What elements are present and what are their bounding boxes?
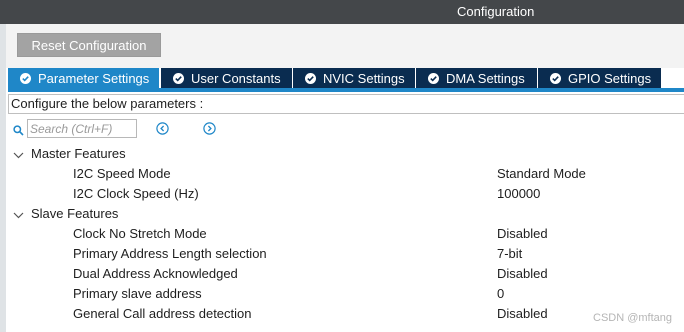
parameter-row[interactable]: I2C Speed Mode Standard Mode: [0, 164, 684, 184]
title-bar: Configuration: [0, 0, 684, 24]
group-label: Slave Features: [31, 206, 119, 221]
parameter-row[interactable]: Primary slave address 0: [0, 284, 684, 304]
group-slave-features[interactable]: Slave Features: [0, 204, 684, 224]
check-circle-icon: [428, 72, 439, 84]
tab-label: GPIO Settings: [568, 70, 652, 86]
check-circle-icon: [173, 72, 184, 84]
check-circle-icon: [20, 72, 31, 84]
tab-label: DMA Settings: [446, 70, 525, 86]
parameter-value[interactable]: Disabled: [497, 266, 548, 281]
parameters-description: Configure the below parameters :: [8, 94, 684, 114]
parameter-row[interactable]: General Call address detection Disabled: [0, 304, 684, 324]
parameter-value[interactable]: 7-bit: [497, 246, 522, 261]
parameter-value[interactable]: Disabled: [497, 306, 548, 321]
tab-parameter-settings[interactable]: Parameter Settings: [8, 68, 160, 88]
parameter-value[interactable]: 100000: [497, 186, 540, 201]
tab-dma-settings[interactable]: DMA Settings: [416, 68, 538, 88]
parameter-label: I2C Speed Mode: [73, 166, 171, 181]
parameter-label: I2C Clock Speed (Hz): [73, 186, 199, 201]
tab-gpio-settings[interactable]: GPIO Settings: [538, 68, 662, 88]
tab-nvic-settings[interactable]: NVIC Settings: [293, 68, 416, 88]
parameter-row[interactable]: I2C Clock Speed (Hz) 100000: [0, 184, 684, 204]
tab-label: Parameter Settings: [38, 70, 150, 86]
parameter-value[interactable]: 0: [497, 286, 504, 301]
chevron-down-icon[interactable]: [13, 208, 24, 219]
parameter-label: Primary Address Length selection: [73, 246, 267, 261]
window-title: Configuration: [457, 4, 535, 19]
search-input[interactable]: [27, 119, 137, 138]
reset-configuration-button[interactable]: Reset Configuration: [17, 33, 161, 57]
tab-user-constants[interactable]: User Constants: [161, 68, 293, 88]
check-circle-icon: [550, 72, 561, 84]
group-label: Master Features: [31, 146, 126, 161]
search-next-icon[interactable]: [203, 122, 216, 135]
parameter-value[interactable]: Disabled: [497, 226, 548, 241]
tab-label: NVIC Settings: [323, 70, 405, 86]
tab-label: User Constants: [191, 70, 281, 86]
search-previous-icon[interactable]: [156, 122, 169, 135]
parameter-row[interactable]: Primary Address Length selection 7-bit: [0, 244, 684, 264]
parameter-row[interactable]: Dual Address Acknowledged Disabled: [0, 264, 684, 284]
parameter-label: Primary slave address: [73, 286, 202, 301]
parameter-label: Dual Address Acknowledged: [73, 266, 238, 281]
group-master-features[interactable]: Master Features: [0, 144, 684, 164]
parameter-row[interactable]: Clock No Stretch Mode Disabled: [0, 224, 684, 244]
watermark: CSDN @mftang: [593, 312, 673, 324]
search-icon: [13, 123, 24, 136]
chevron-down-icon[interactable]: [13, 148, 24, 159]
parameter-value[interactable]: Standard Mode: [497, 166, 586, 181]
parameter-label: Clock No Stretch Mode: [73, 226, 207, 241]
parameter-label: General Call address detection: [73, 306, 252, 321]
tab-strip: Parameter Settings User Constants NVIC S…: [8, 68, 684, 88]
check-circle-icon: [305, 72, 316, 84]
